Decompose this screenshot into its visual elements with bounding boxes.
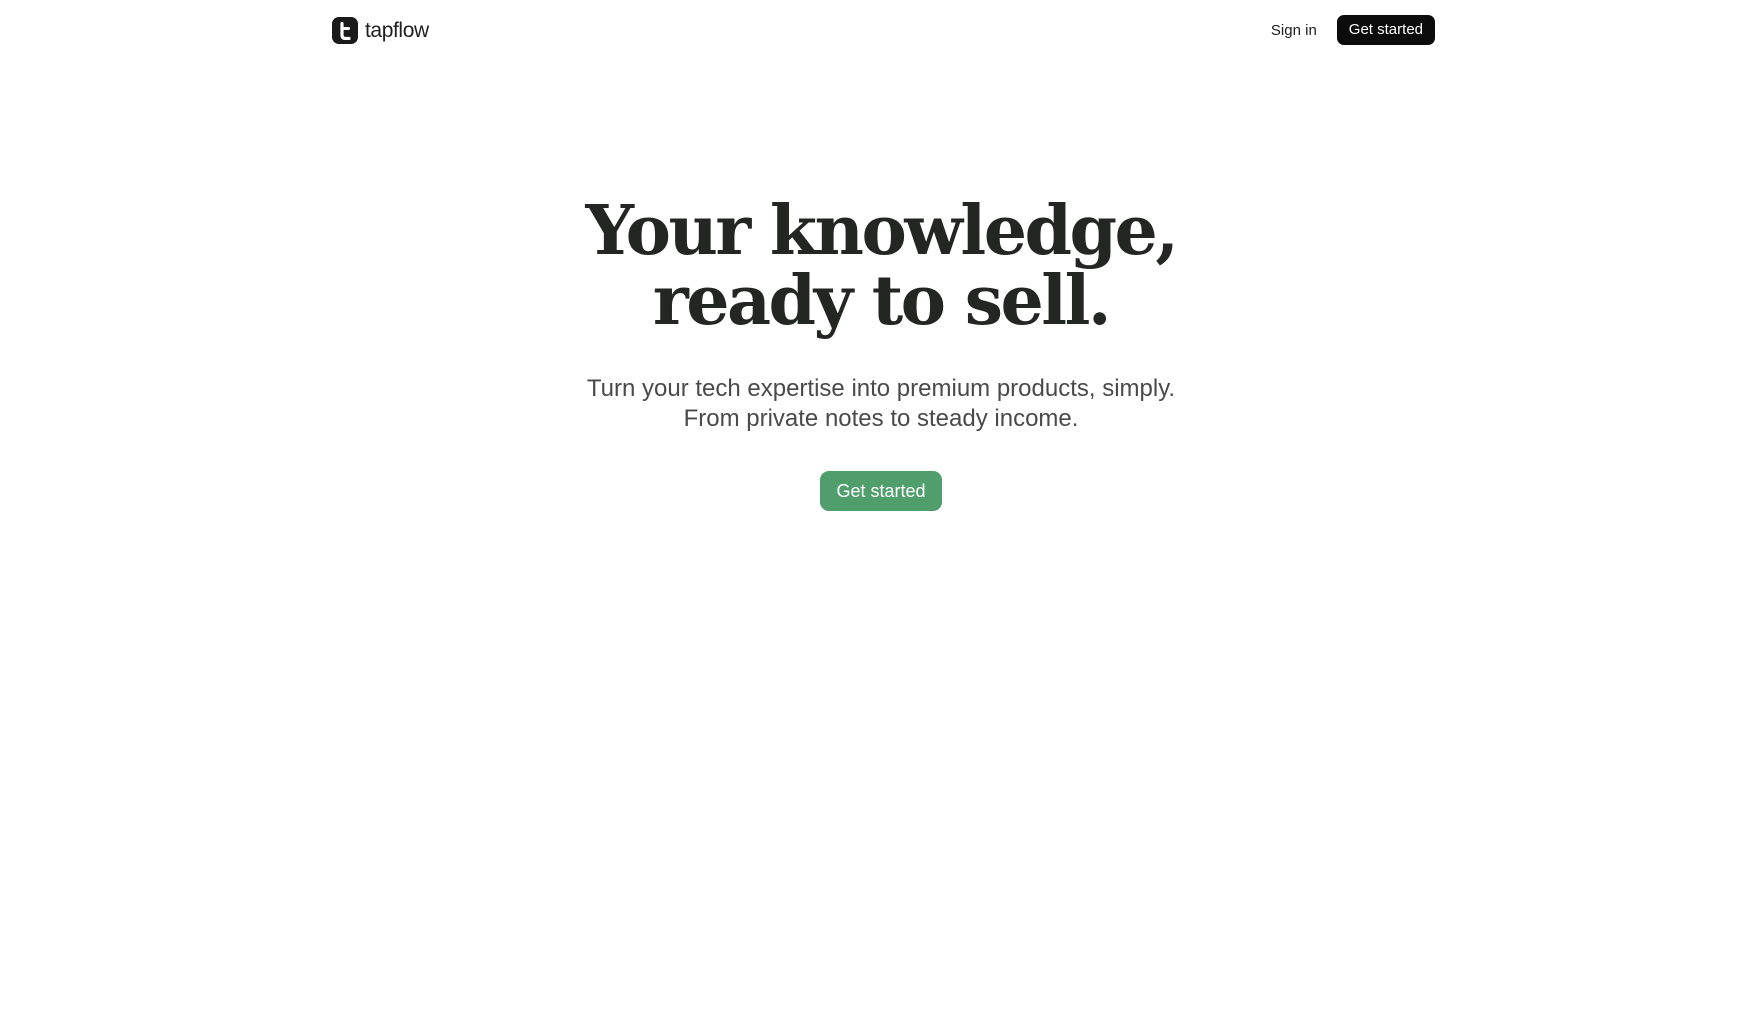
hero-subheadline: Turn your tech expertise into premium pr… bbox=[0, 374, 1762, 434]
headline-line-1: Your knowledge, bbox=[585, 191, 1179, 271]
tapflow-logo-icon bbox=[332, 17, 358, 44]
brand-name: tapflow bbox=[365, 19, 429, 42]
headline-line-2: ready to sell. bbox=[652, 261, 1112, 341]
hero-get-started-button[interactable]: Get started bbox=[820, 471, 942, 511]
top-navbar: tapflow Sign in Get started bbox=[0, 0, 1762, 60]
subheadline-line-1: Turn your tech expertise into premium pr… bbox=[586, 375, 1176, 402]
nav-actions: Sign in Get started bbox=[1271, 15, 1435, 45]
subheadline-line-2: From private notes to steady income. bbox=[683, 405, 1079, 432]
hero-section: Your knowledge, ready to sell. Turn your… bbox=[0, 196, 1762, 511]
sign-in-link[interactable]: Sign in bbox=[1271, 22, 1317, 39]
brand-home-link[interactable]: tapflow bbox=[332, 17, 429, 44]
nav-get-started-button[interactable]: Get started bbox=[1336, 15, 1435, 45]
hero-headline: Your knowledge, ready to sell. bbox=[0, 196, 1762, 336]
